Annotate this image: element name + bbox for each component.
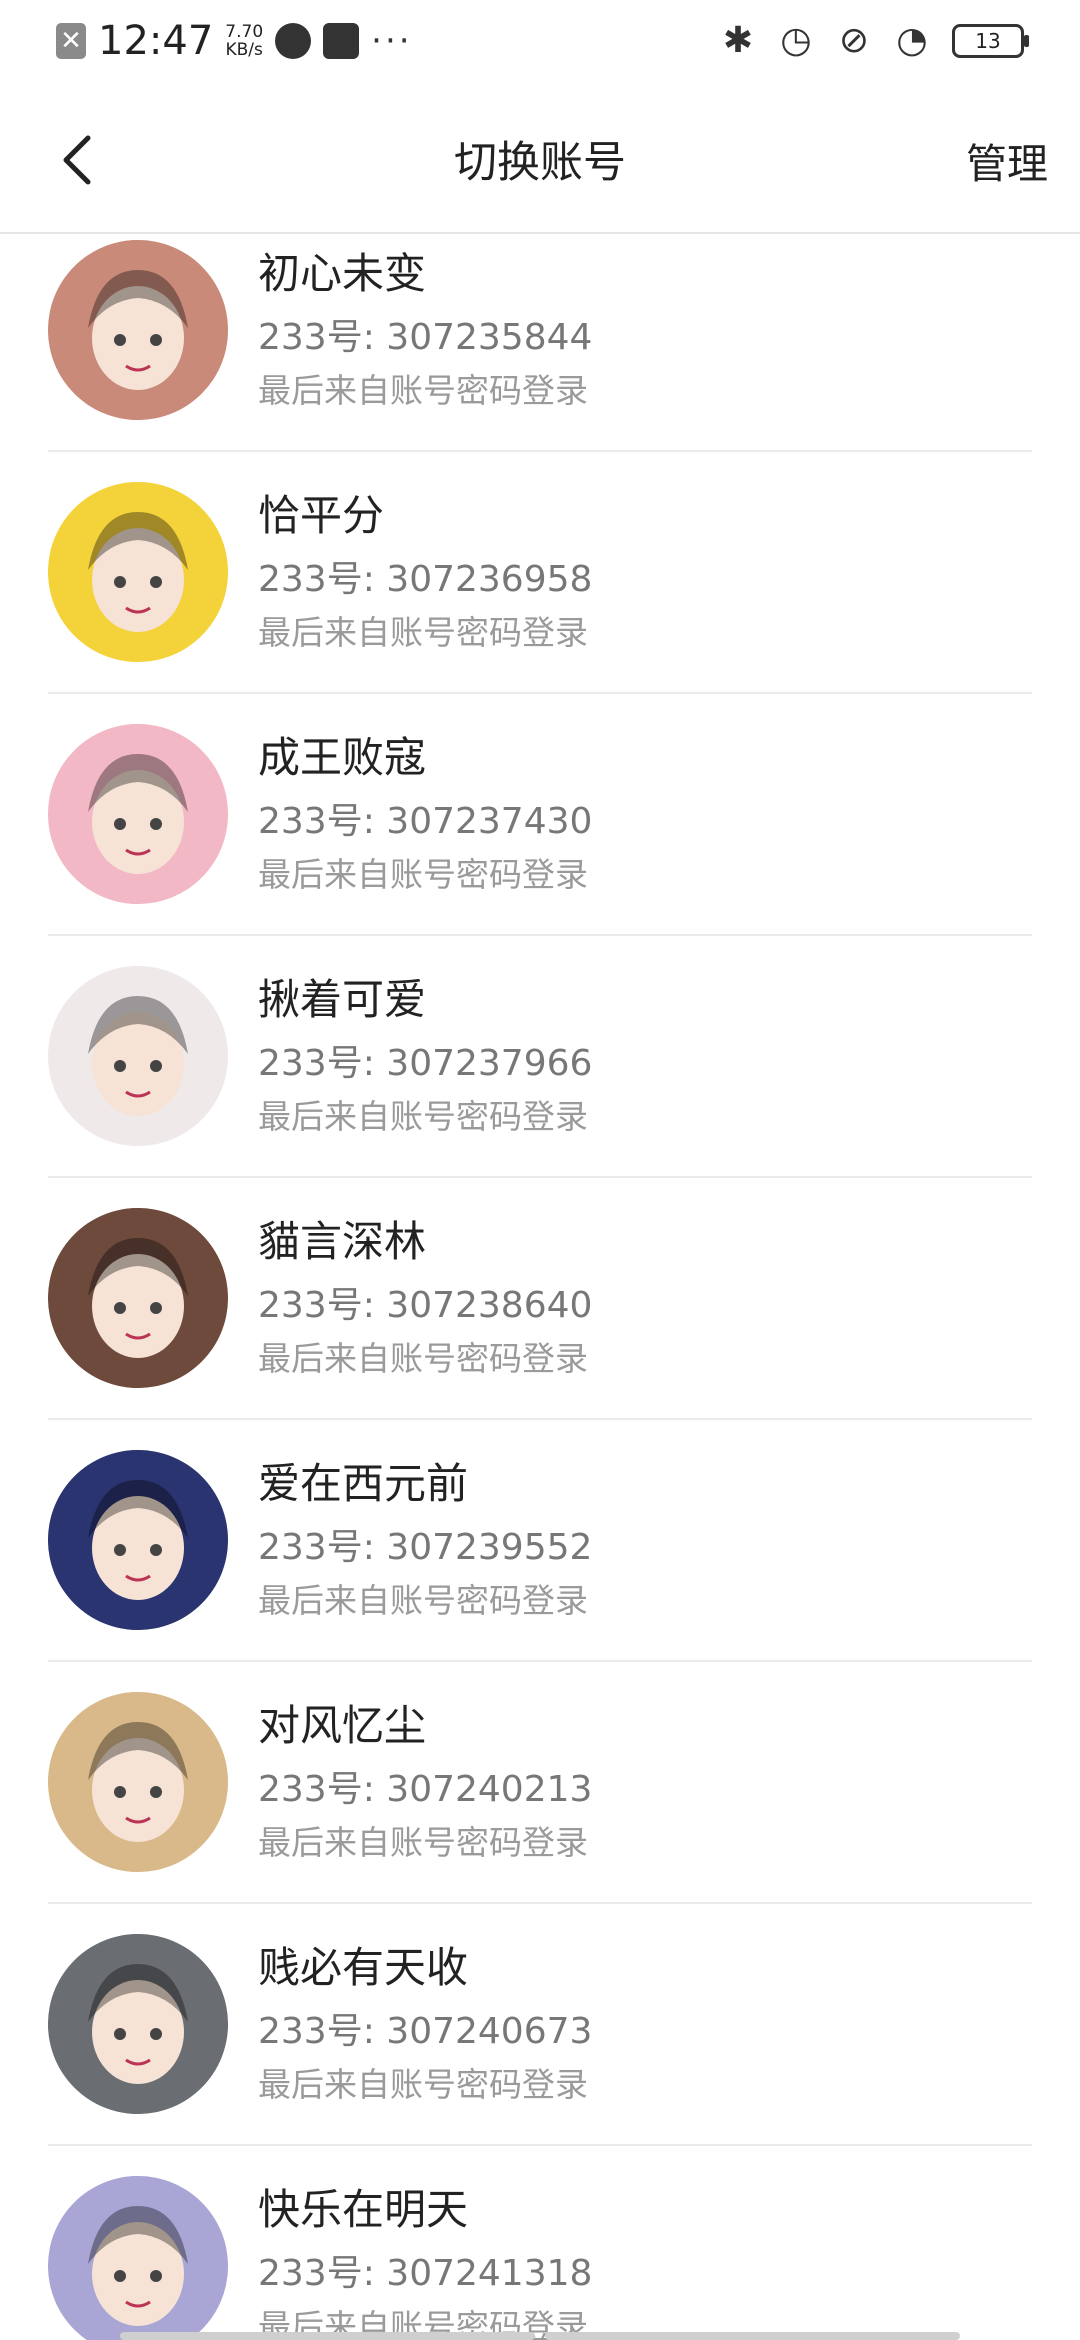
avatar (48, 482, 228, 662)
manage-button[interactable]: 管理 (966, 130, 1048, 190)
mute-icon: ⊘ (838, 20, 870, 61)
bluetooth-icon: ✱ (722, 20, 754, 61)
speedometer-icon (275, 23, 312, 59)
account-name: 恰平分 (258, 491, 385, 540)
avatar (48, 1208, 228, 1388)
mail-icon (323, 23, 360, 59)
account-name: 贱必有天收 (258, 1943, 469, 1992)
login-method: 最后来自账号密码登录 (258, 855, 588, 894)
close-notification-icon: ✕ (56, 23, 86, 59)
account-number: 233号: 307239552 (258, 1527, 593, 1568)
login-method: 最后来自账号密码登录 (258, 1823, 588, 1862)
avatar (48, 724, 228, 904)
account-row[interactable]: 恰平分 233号: 307236958 最后来自账号密码登录 (0, 452, 1080, 694)
page-title: 切换账号 (454, 138, 626, 188)
login-method: 最后来自账号密码登录 (258, 1339, 588, 1378)
account-row[interactable]: 贱必有天收 233号: 307240673 最后来自账号密码登录 (0, 1904, 1080, 2146)
account-number: 233号: 307237966 (258, 1043, 593, 1084)
battery-icon: 13 (952, 23, 1029, 58)
avatar (48, 1934, 228, 2114)
alarm-icon: ◷ (780, 20, 812, 61)
account-row[interactable]: 初心未变 233号: 307235844 最后来自账号密码登录 (0, 232, 1080, 452)
account-number: 233号: 307240673 (258, 2011, 593, 2052)
header: 切换账号 管理 (0, 90, 1080, 234)
account-number: 233号: 307240213 (258, 1769, 593, 1810)
status-time: 12:47 (98, 18, 214, 64)
account-number: 233号: 307237430 (258, 801, 593, 842)
account-name: 成王败寇 (258, 733, 427, 782)
account-row[interactable]: 快乐在明天 233号: 307241318 最后来自账号密码登录 (0, 2146, 1080, 2340)
avatar (48, 240, 228, 420)
more-notifications-icon: ··· (371, 21, 413, 61)
account-row[interactable]: 貓言深林 233号: 307238640 最后来自账号密码登录 (0, 1178, 1080, 1420)
account-row[interactable]: 成王败寇 233号: 307237430 最后来自账号密码登录 (0, 694, 1080, 936)
account-number: 233号: 307238640 (258, 1285, 593, 1326)
account-name: 貓言深林 (258, 1217, 427, 1266)
network-speed: 7.70 KB/s (225, 22, 264, 60)
account-number: 233号: 307236958 (258, 559, 593, 600)
account-name: 揪着可爱 (258, 975, 427, 1024)
scroll-indicator (120, 2332, 960, 2340)
battery-level: 13 (975, 28, 1001, 53)
login-method: 最后来自账号密码登录 (258, 371, 588, 410)
avatar (48, 2176, 228, 2340)
login-method: 最后来自账号密码登录 (258, 1581, 588, 1620)
login-method: 最后来自账号密码登录 (258, 613, 588, 652)
account-row[interactable]: 对风忆尘 233号: 307240213 最后来自账号密码登录 (0, 1662, 1080, 1904)
account-number: 233号: 307241318 (258, 2253, 593, 2294)
login-method: 最后来自账号密码登录 (258, 1097, 588, 1136)
avatar (48, 1450, 228, 1630)
account-row[interactable]: 爱在西元前 233号: 307239552 最后来自账号密码登录 (0, 1420, 1080, 1662)
account-row[interactable]: 揪着可爱 233号: 307237966 最后来自账号密码登录 (0, 936, 1080, 1178)
account-name: 快乐在明天 (258, 2185, 469, 2234)
status-bar: ✕ 12:47 7.70 KB/s ··· ✱ ◷ ⊘ ◔ 13 (0, 0, 1080, 85)
wifi-icon: ◔ (896, 20, 928, 61)
account-name: 初心未变 (258, 249, 427, 298)
account-name: 爱在西元前 (258, 1459, 469, 1508)
avatar (48, 966, 228, 1146)
login-method: 最后来自账号密码登录 (258, 2065, 588, 2104)
account-number: 233号: 307235844 (258, 317, 593, 358)
account-list[interactable]: 初心未变 233号: 307235844 最后来自账号密码登录 恰平分 233号: 30… (0, 232, 1080, 2340)
avatar (48, 1692, 228, 1872)
account-name: 对风忆尘 (258, 1701, 427, 1750)
